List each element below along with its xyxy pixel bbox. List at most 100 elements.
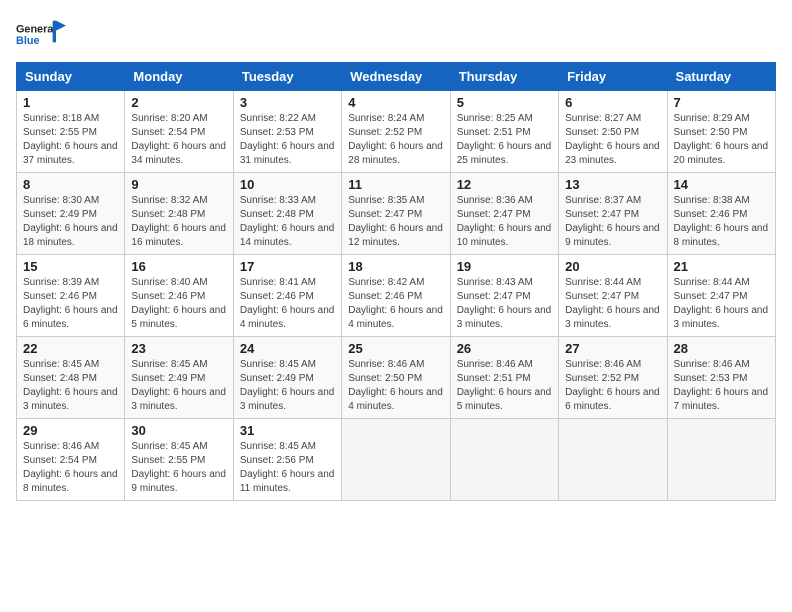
page-header: General Blue — [16, 16, 776, 52]
day-number: 17 — [240, 259, 335, 274]
svg-text:Blue: Blue — [16, 35, 39, 47]
day-info: Sunrise: 8:45 AMSunset: 2:55 PMDaylight:… — [131, 441, 226, 494]
calendar-cell: 23 Sunrise: 8:45 AMSunset: 2:49 PMDaylig… — [125, 337, 233, 419]
day-number: 22 — [23, 341, 118, 356]
calendar-cell: 19 Sunrise: 8:43 AMSunset: 2:47 PMDaylig… — [450, 255, 558, 337]
day-info: Sunrise: 8:27 AMSunset: 2:50 PMDaylight:… — [565, 113, 660, 166]
day-number: 3 — [240, 95, 335, 110]
day-number: 13 — [565, 177, 660, 192]
day-info: Sunrise: 8:20 AMSunset: 2:54 PMDaylight:… — [131, 113, 226, 166]
day-info: Sunrise: 8:35 AMSunset: 2:47 PMDaylight:… — [348, 195, 443, 248]
day-number: 24 — [240, 341, 335, 356]
calendar-header-row: SundayMondayTuesdayWednesdayThursdayFrid… — [17, 63, 776, 91]
day-number: 11 — [348, 177, 443, 192]
day-number: 12 — [457, 177, 552, 192]
day-info: Sunrise: 8:42 AMSunset: 2:46 PMDaylight:… — [348, 277, 443, 330]
col-header-saturday: Saturday — [667, 63, 775, 91]
calendar-cell — [559, 419, 667, 501]
calendar-week-4: 22 Sunrise: 8:45 AMSunset: 2:48 PMDaylig… — [17, 337, 776, 419]
calendar-cell: 29 Sunrise: 8:46 AMSunset: 2:54 PMDaylig… — [17, 419, 125, 501]
col-header-friday: Friday — [559, 63, 667, 91]
day-info: Sunrise: 8:37 AMSunset: 2:47 PMDaylight:… — [565, 195, 660, 248]
svg-text:General: General — [16, 23, 56, 35]
day-number: 28 — [674, 341, 769, 356]
day-number: 5 — [457, 95, 552, 110]
calendar-week-5: 29 Sunrise: 8:46 AMSunset: 2:54 PMDaylig… — [17, 419, 776, 501]
day-number: 27 — [565, 341, 660, 356]
calendar-cell — [450, 419, 558, 501]
day-number: 16 — [131, 259, 226, 274]
day-info: Sunrise: 8:18 AMSunset: 2:55 PMDaylight:… — [23, 113, 118, 166]
logo: General Blue — [16, 16, 66, 52]
calendar-cell: 11 Sunrise: 8:35 AMSunset: 2:47 PMDaylig… — [342, 173, 450, 255]
day-number: 31 — [240, 423, 335, 438]
day-info: Sunrise: 8:46 AMSunset: 2:53 PMDaylight:… — [674, 359, 769, 412]
day-info: Sunrise: 8:44 AMSunset: 2:47 PMDaylight:… — [565, 277, 660, 330]
day-number: 15 — [23, 259, 118, 274]
calendar-cell: 5 Sunrise: 8:25 AMSunset: 2:51 PMDayligh… — [450, 91, 558, 173]
col-header-wednesday: Wednesday — [342, 63, 450, 91]
col-header-monday: Monday — [125, 63, 233, 91]
day-number: 30 — [131, 423, 226, 438]
day-number: 21 — [674, 259, 769, 274]
day-number: 29 — [23, 423, 118, 438]
calendar-cell: 10 Sunrise: 8:33 AMSunset: 2:48 PMDaylig… — [233, 173, 341, 255]
calendar-cell: 17 Sunrise: 8:41 AMSunset: 2:46 PMDaylig… — [233, 255, 341, 337]
day-number: 2 — [131, 95, 226, 110]
calendar-week-1: 1 Sunrise: 8:18 AMSunset: 2:55 PMDayligh… — [17, 91, 776, 173]
day-info: Sunrise: 8:45 AMSunset: 2:49 PMDaylight:… — [131, 359, 226, 412]
day-number: 6 — [565, 95, 660, 110]
day-number: 14 — [674, 177, 769, 192]
day-info: Sunrise: 8:46 AMSunset: 2:52 PMDaylight:… — [565, 359, 660, 412]
day-number: 23 — [131, 341, 226, 356]
day-number: 18 — [348, 259, 443, 274]
calendar-cell: 18 Sunrise: 8:42 AMSunset: 2:46 PMDaylig… — [342, 255, 450, 337]
calendar-cell: 22 Sunrise: 8:45 AMSunset: 2:48 PMDaylig… — [17, 337, 125, 419]
calendar-cell: 2 Sunrise: 8:20 AMSunset: 2:54 PMDayligh… — [125, 91, 233, 173]
day-number: 20 — [565, 259, 660, 274]
day-info: Sunrise: 8:39 AMSunset: 2:46 PMDaylight:… — [23, 277, 118, 330]
day-number: 26 — [457, 341, 552, 356]
day-number: 19 — [457, 259, 552, 274]
calendar-cell: 31 Sunrise: 8:45 AMSunset: 2:56 PMDaylig… — [233, 419, 341, 501]
day-info: Sunrise: 8:46 AMSunset: 2:50 PMDaylight:… — [348, 359, 443, 412]
day-info: Sunrise: 8:30 AMSunset: 2:49 PMDaylight:… — [23, 195, 118, 248]
calendar-cell: 8 Sunrise: 8:30 AMSunset: 2:49 PMDayligh… — [17, 173, 125, 255]
calendar-cell: 14 Sunrise: 8:38 AMSunset: 2:46 PMDaylig… — [667, 173, 775, 255]
day-number: 4 — [348, 95, 443, 110]
day-number: 25 — [348, 341, 443, 356]
day-number: 9 — [131, 177, 226, 192]
calendar-cell: 6 Sunrise: 8:27 AMSunset: 2:50 PMDayligh… — [559, 91, 667, 173]
calendar-cell: 16 Sunrise: 8:40 AMSunset: 2:46 PMDaylig… — [125, 255, 233, 337]
calendar-cell: 13 Sunrise: 8:37 AMSunset: 2:47 PMDaylig… — [559, 173, 667, 255]
day-number: 8 — [23, 177, 118, 192]
day-info: Sunrise: 8:36 AMSunset: 2:47 PMDaylight:… — [457, 195, 552, 248]
day-info: Sunrise: 8:40 AMSunset: 2:46 PMDaylight:… — [131, 277, 226, 330]
day-info: Sunrise: 8:38 AMSunset: 2:46 PMDaylight:… — [674, 195, 769, 248]
day-info: Sunrise: 8:45 AMSunset: 2:48 PMDaylight:… — [23, 359, 118, 412]
col-header-sunday: Sunday — [17, 63, 125, 91]
calendar-cell: 28 Sunrise: 8:46 AMSunset: 2:53 PMDaylig… — [667, 337, 775, 419]
logo-icon: General Blue — [16, 16, 66, 52]
calendar-cell: 15 Sunrise: 8:39 AMSunset: 2:46 PMDaylig… — [17, 255, 125, 337]
col-header-thursday: Thursday — [450, 63, 558, 91]
day-number: 7 — [674, 95, 769, 110]
day-info: Sunrise: 8:33 AMSunset: 2:48 PMDaylight:… — [240, 195, 335, 248]
calendar-cell — [342, 419, 450, 501]
day-info: Sunrise: 8:45 AMSunset: 2:56 PMDaylight:… — [240, 441, 335, 494]
calendar-cell: 21 Sunrise: 8:44 AMSunset: 2:47 PMDaylig… — [667, 255, 775, 337]
calendar-cell: 26 Sunrise: 8:46 AMSunset: 2:51 PMDaylig… — [450, 337, 558, 419]
calendar-cell: 7 Sunrise: 8:29 AMSunset: 2:50 PMDayligh… — [667, 91, 775, 173]
day-info: Sunrise: 8:22 AMSunset: 2:53 PMDaylight:… — [240, 113, 335, 166]
day-info: Sunrise: 8:29 AMSunset: 2:50 PMDaylight:… — [674, 113, 769, 166]
calendar-cell: 30 Sunrise: 8:45 AMSunset: 2:55 PMDaylig… — [125, 419, 233, 501]
day-info: Sunrise: 8:32 AMSunset: 2:48 PMDaylight:… — [131, 195, 226, 248]
day-number: 1 — [23, 95, 118, 110]
day-info: Sunrise: 8:24 AMSunset: 2:52 PMDaylight:… — [348, 113, 443, 166]
calendar-cell: 4 Sunrise: 8:24 AMSunset: 2:52 PMDayligh… — [342, 91, 450, 173]
day-info: Sunrise: 8:41 AMSunset: 2:46 PMDaylight:… — [240, 277, 335, 330]
calendar-cell: 20 Sunrise: 8:44 AMSunset: 2:47 PMDaylig… — [559, 255, 667, 337]
calendar-cell: 12 Sunrise: 8:36 AMSunset: 2:47 PMDaylig… — [450, 173, 558, 255]
day-info: Sunrise: 8:45 AMSunset: 2:49 PMDaylight:… — [240, 359, 335, 412]
day-info: Sunrise: 8:46 AMSunset: 2:51 PMDaylight:… — [457, 359, 552, 412]
